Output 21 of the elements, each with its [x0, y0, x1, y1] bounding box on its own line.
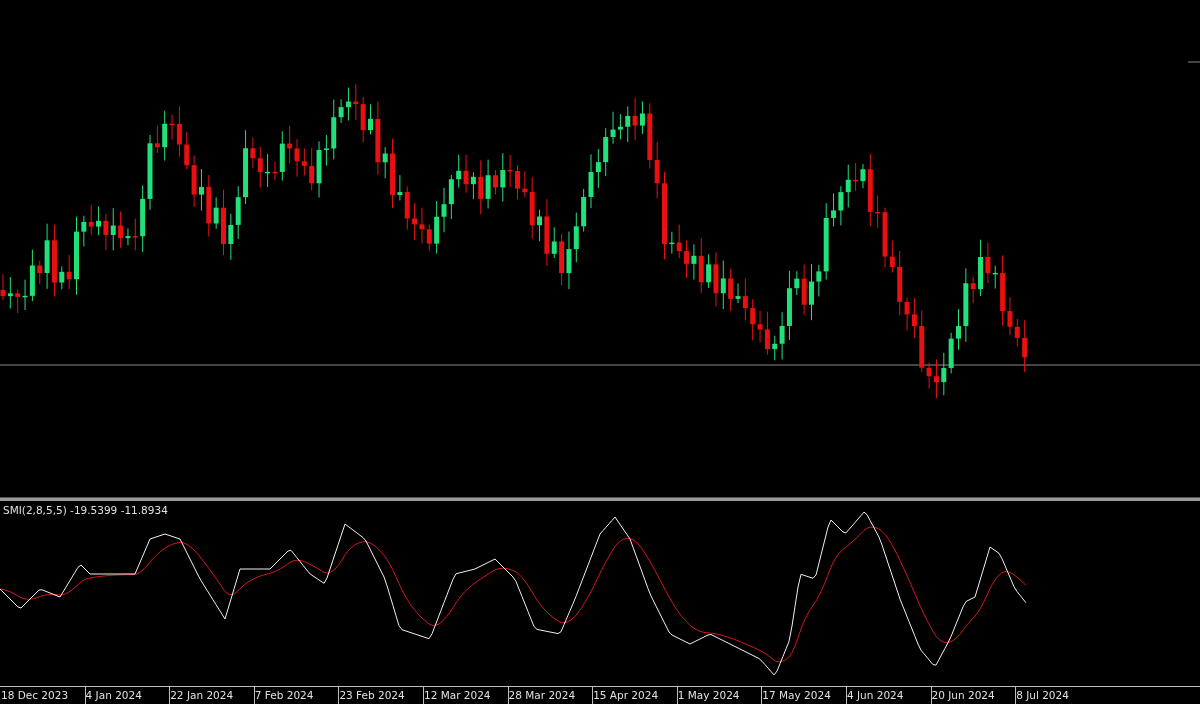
- level-marker: [1187, 61, 1200, 63]
- date-label: 8 Jul 2024: [1016, 689, 1069, 701]
- date-label: 17 May 2024: [762, 689, 831, 701]
- date-label: 12 Mar 2024: [423, 689, 491, 701]
- candlestick: [809, 263, 814, 321]
- date-label: 4 Jun 2024: [846, 689, 904, 701]
- candlestick: [956, 308, 961, 351]
- candlestick: [515, 164, 520, 201]
- indicator-label: SMI(2,8,5,5) -19.5399 -11.8934: [3, 504, 168, 516]
- date-label: 20 Jun 2024: [931, 689, 995, 701]
- date-label: 23 Feb 2024: [339, 689, 405, 701]
- date-label: 15 Apr 2024: [593, 689, 659, 701]
- date-label: 4 Jan 2024: [85, 689, 142, 701]
- date-label: 1 May 2024: [677, 689, 740, 701]
- date-label: 28 Mar 2024: [508, 689, 576, 701]
- date-label: 18 Dec 2023: [1, 689, 69, 701]
- date-label: 7 Feb 2024: [254, 689, 314, 701]
- candlestick: [1022, 319, 1028, 373]
- date-label: 22 Jan 2024: [170, 689, 234, 701]
- candlestick: [221, 189, 226, 256]
- candlestick: [368, 103, 373, 135]
